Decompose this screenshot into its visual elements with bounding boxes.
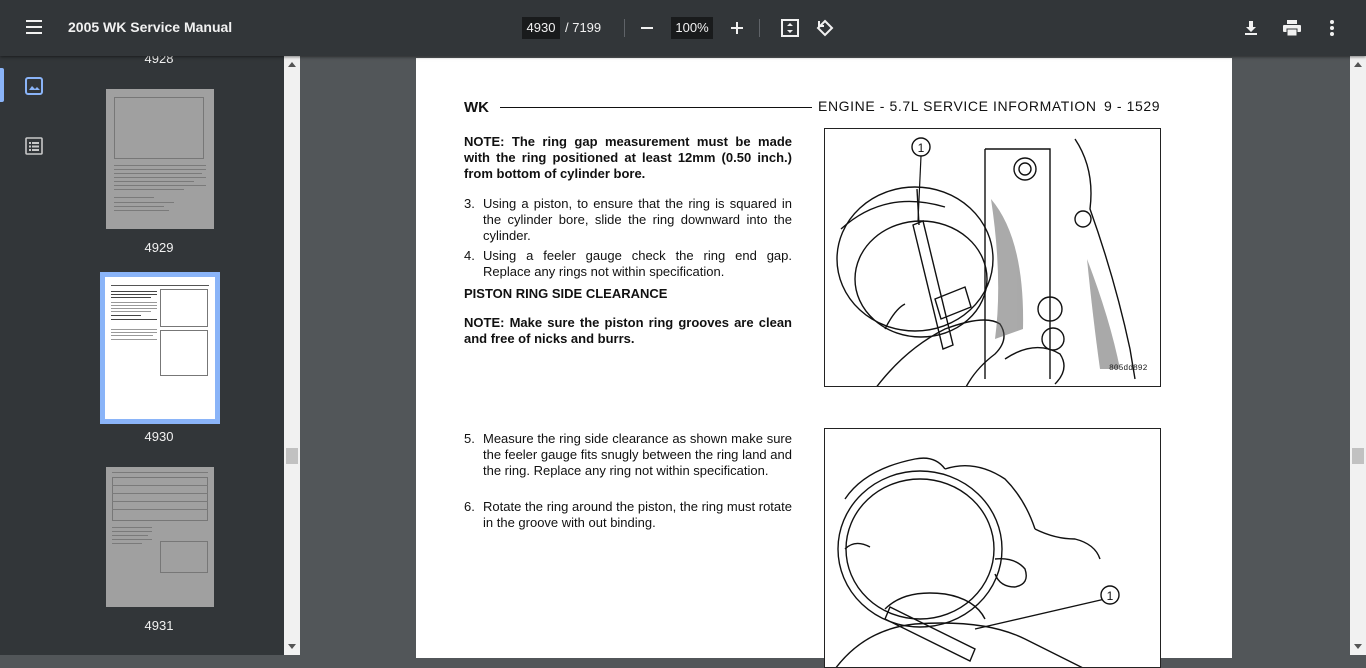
download-icon [1245, 21, 1257, 35]
more-vert-icon [1330, 20, 1334, 36]
rotate-button[interactable] [811, 14, 839, 42]
step-text: Using a feeler gauge check the ring end … [483, 248, 792, 279]
figure-ring-side-clearance: 1 [824, 428, 1161, 668]
active-tab-indicator [0, 68, 4, 102]
step-number: 5. [464, 431, 475, 446]
minus-icon [641, 27, 653, 29]
fit-page-icon [781, 19, 799, 37]
ring-side-clearance-illustration: 1 [835, 457, 1120, 667]
header-section: ENGINE - 5.7L SERVICE INFORMATION [818, 98, 1097, 114]
thumbnail-label: 4930 [144, 429, 174, 444]
header-page-number: 9 - 1529 [1104, 98, 1161, 114]
section-heading: PISTON RING SIDE CLEARANCE [464, 286, 668, 301]
figure-code: 805dd892 [1109, 364, 1148, 373]
step-number: 3. [464, 196, 475, 211]
ring-gap-illustration: 1 [836, 137, 1136, 386]
tab-outline[interactable] [22, 134, 46, 158]
print-button[interactable] [1278, 14, 1306, 42]
thumbnail-label: 4931 [144, 618, 174, 633]
zoom-in-button[interactable] [723, 14, 751, 42]
zoom-input[interactable]: 100% [671, 17, 713, 39]
note-ring-gap: NOTE: The ring gap measurement must be m… [464, 134, 792, 181]
plus-icon [731, 22, 743, 34]
document-page: WK ENGINE - 5.7L SERVICE INFORMATION 9 -… [416, 58, 1232, 668]
scroll-down-arrow-icon[interactable] [288, 644, 296, 649]
thumbnail-figure [160, 330, 208, 376]
figure-ring-gap-check: 1 805dd892 [824, 128, 1161, 387]
fit-to-page-button[interactable] [776, 14, 804, 42]
step-6: 6. Rotate the ring around the piston, th… [464, 499, 792, 531]
more-options-button[interactable] [1318, 14, 1346, 42]
step-3: 3. Using a piston, to ensure that the ri… [464, 196, 792, 244]
header-model: WK [464, 99, 489, 116]
page-number-input[interactable]: 4930 [522, 17, 560, 39]
document-title: 2005 WK Service Manual [68, 19, 233, 35]
toolbar-divider [624, 19, 625, 37]
callout-number: 1 [1107, 589, 1114, 603]
total-pages: / 7199 [565, 20, 602, 35]
scroll-up-arrow-icon[interactable] [288, 62, 296, 67]
thumbnail-figure [160, 541, 208, 573]
thumbnail-page-4930[interactable] [100, 272, 220, 424]
list-icon [25, 137, 43, 155]
sidebar-tabs [0, 56, 68, 655]
step-text: Using a piston, to ensure that the ring … [483, 196, 792, 243]
tab-thumbnails[interactable] [22, 74, 46, 98]
thumbnail-label: 4929 [144, 240, 174, 255]
scrollbar-thumb[interactable] [1352, 448, 1364, 464]
toolbar-divider [759, 19, 760, 37]
image-icon [25, 77, 43, 95]
step-text: Measure the ring side clearance as shown… [483, 431, 792, 478]
step-number: 4. [464, 248, 475, 263]
step-text: Rotate the ring around the piston, the r… [483, 499, 792, 530]
download-button[interactable] [1237, 14, 1265, 42]
rotate-icon [816, 19, 834, 37]
sidebar: 4928 4929 4930 4931 [0, 51, 284, 655]
thumbnail-table [112, 477, 208, 521]
callout-number: 1 [918, 141, 925, 155]
print-icon [1283, 20, 1301, 36]
thumbnail-figure [114, 97, 204, 159]
scrollbar-thumb[interactable] [286, 448, 298, 464]
step-5: 5. Measure the ring side clearance as sh… [464, 431, 792, 495]
toolbar: 2005 WK Service Manual 4930 / 7199 100% [0, 0, 1366, 56]
menu-icon[interactable] [20, 16, 48, 40]
document-scrollbar[interactable] [1350, 56, 1366, 655]
scroll-up-arrow-icon[interactable] [1354, 62, 1362, 67]
thumbnail-page-4931[interactable] [106, 467, 214, 607]
header-rule [500, 107, 812, 108]
zoom-out-button[interactable] [633, 14, 661, 42]
thumbnail-page-4929[interactable] [106, 89, 214, 229]
note-ring-grooves: NOTE: Make sure the piston ring grooves … [464, 315, 792, 346]
sidebar-scrollbar[interactable] [284, 56, 300, 655]
thumbnail-figure [160, 289, 208, 327]
step-4: 4. Using a feeler gauge check the ring e… [464, 248, 792, 280]
scroll-down-arrow-icon[interactable] [1354, 644, 1362, 649]
step-number: 6. [464, 499, 475, 514]
